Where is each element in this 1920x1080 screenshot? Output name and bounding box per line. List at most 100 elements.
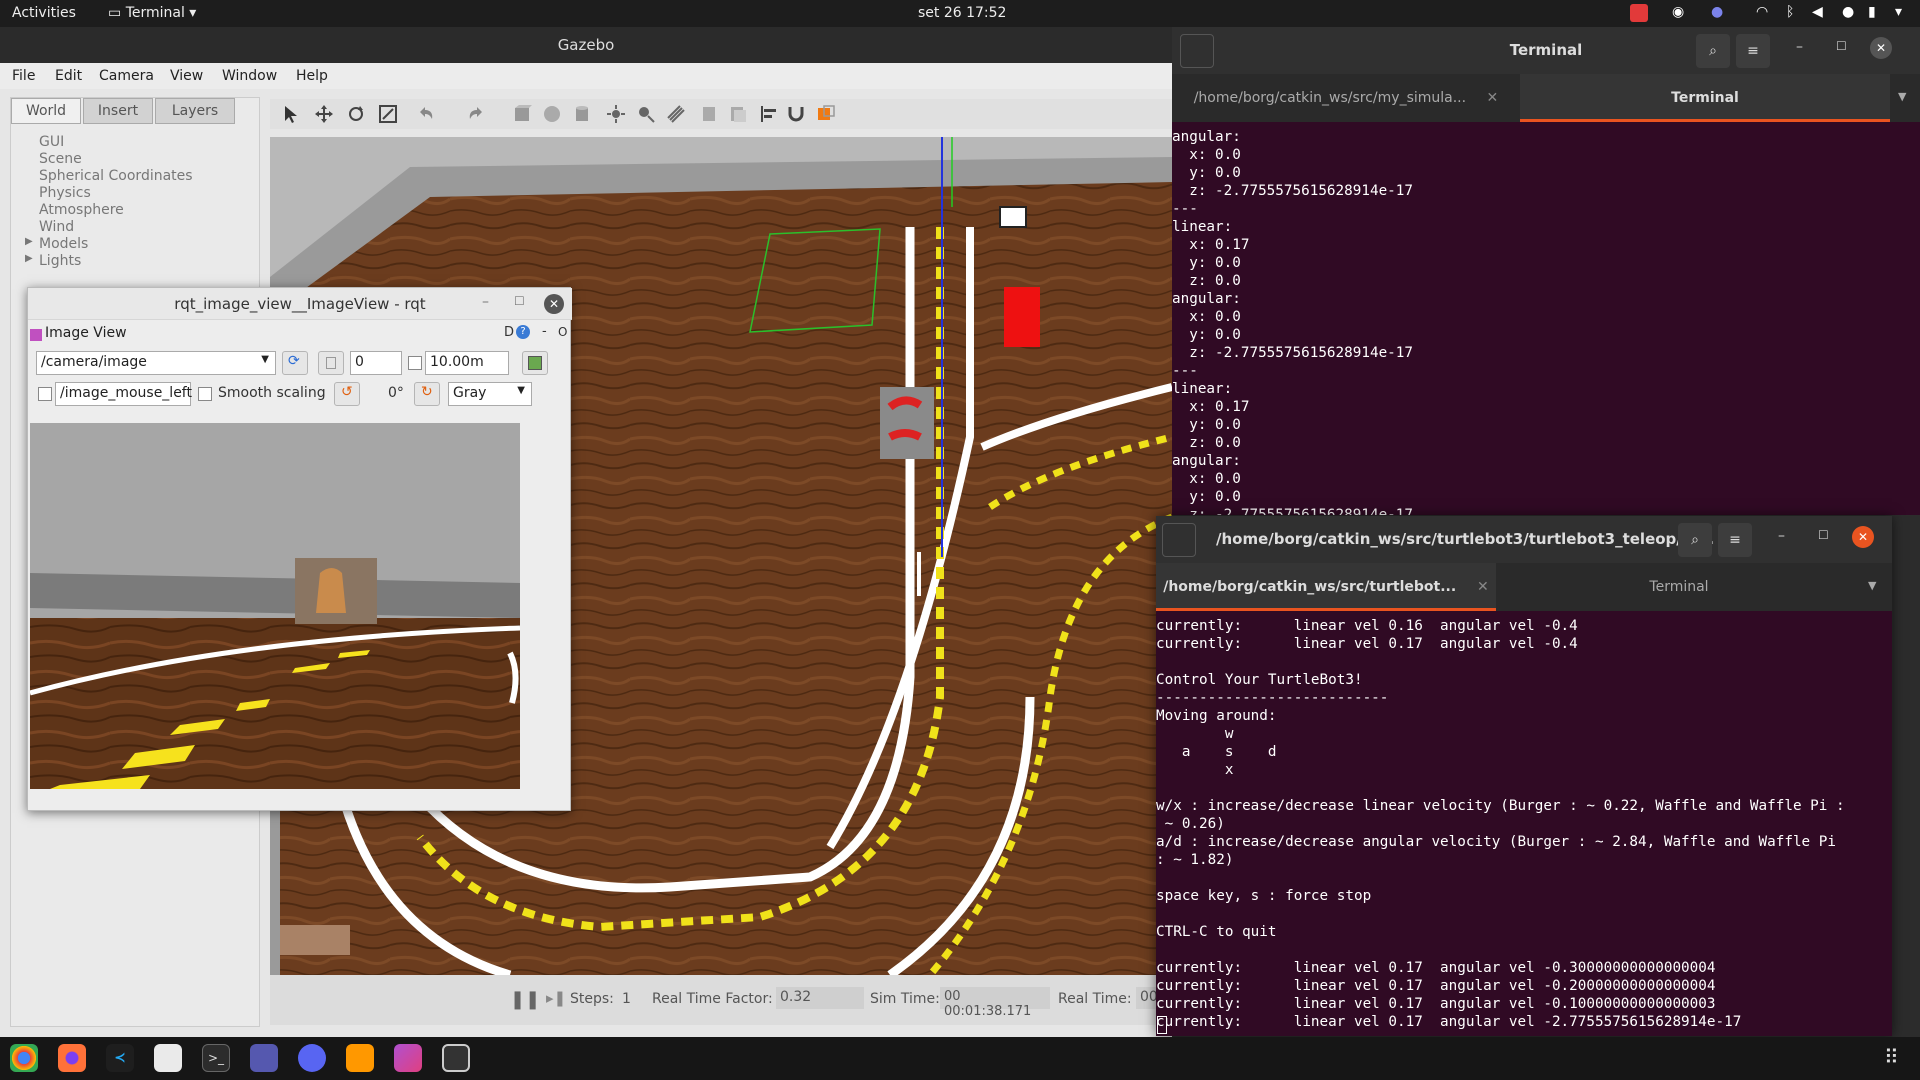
search-icon[interactable]: ⌕ [1696,34,1730,68]
tab-overflow-icon[interactable]: ▼ [1868,579,1876,592]
save-image-button[interactable] [522,351,548,375]
tab-world[interactable]: World [11,98,81,124]
colormap-select[interactable]: Gray ▼ [448,382,532,406]
camera-image[interactable] [30,423,520,789]
microphone-icon[interactable]: ● [1842,4,1860,22]
smooth-scaling-checkbox[interactable] [198,387,212,401]
minimize-button[interactable]: – [1778,528,1785,544]
menu-file[interactable]: File [12,68,35,84]
system-menu-icon[interactable]: ▾ [1895,4,1913,22]
menu-help[interactable]: Help [296,68,328,84]
hamburger-menu-icon[interactable]: ≡ [1718,523,1752,557]
activities-button[interactable]: Activities [12,5,76,21]
tree-physics[interactable]: Physics [39,185,91,201]
menu-view[interactable]: View [170,68,203,84]
rotate-right-button[interactable]: ↻ [414,382,440,406]
tree-atmosphere[interactable]: Atmosphere [39,202,124,218]
expand-arrow-icon[interactable]: ▶ [25,253,33,264]
panel-detach-button[interactable]: D [504,325,514,340]
anydesk-icon[interactable] [1630,4,1648,22]
teams-icon[interactable] [250,1044,278,1072]
spin-box[interactable]: 0 [350,351,402,375]
terminal1-output[interactable]: angular: x: 0.0 y: 0.0 z: -2.77555756156… [1172,122,1920,515]
firefox-icon[interactable] [58,1044,86,1072]
new-tab-icon[interactable] [1162,523,1196,557]
menu-edit[interactable]: Edit [55,68,82,84]
minimize-button[interactable]: – [482,294,489,310]
battery-icon[interactable]: ▮ [1868,4,1886,22]
hamburger-menu-icon[interactable]: ≡ [1736,34,1770,68]
zoom-button[interactable] [318,351,344,375]
terminal1-tab-1[interactable]: /home/borg/catkin_ws/src/my_simula... ✕ [1172,74,1520,122]
mouse-topic-input[interactable]: /image_mouse_left [55,382,192,406]
scale-icon[interactable] [378,104,398,124]
tree-spherical-coordinates[interactable]: Spherical Coordinates [39,168,193,184]
topic-select[interactable]: /camera/image ▼ [36,351,276,375]
discord-icon[interactable] [298,1044,326,1072]
panel-minimize-button[interactable]: - [542,324,547,339]
terminal1-tab-2[interactable]: Terminal [1520,74,1890,122]
terminal2-tab-2[interactable]: Terminal [1496,563,1862,611]
clock[interactable]: set 26 17:52 [918,5,1006,21]
tree-lights[interactable]: ▶ Lights [25,253,81,269]
tab-overflow-icon[interactable]: ▼ [1898,90,1906,103]
rotate-left-button[interactable]: ↺ [334,382,360,406]
app-grid-icon[interactable]: ⠿ [1884,1045,1899,1069]
sublime-icon[interactable] [346,1044,374,1072]
teams-tray-icon[interactable]: ● [1711,4,1729,22]
cylinder-shape-icon[interactable] [572,104,592,124]
copy-icon[interactable] [700,104,720,124]
dynamic-range-checkbox[interactable] [408,356,422,370]
app-menu[interactable]: ▭ Terminal ▾ [108,5,196,21]
usb-icon[interactable] [442,1044,470,1072]
maximize-button[interactable]: ☐ [1818,528,1829,542]
close-icon[interactable]: ✕ [1487,90,1499,106]
rotate-icon[interactable] [346,104,366,124]
align-icon[interactable] [760,104,780,124]
max-range-input[interactable]: 10.00m [425,351,509,375]
close-icon[interactable]: ✕ [1477,579,1489,595]
close-button[interactable]: ✕ [1852,526,1874,548]
point-light-icon[interactable] [606,104,626,124]
redo-icon[interactable] [466,104,486,124]
wifi-icon[interactable]: ◠ [1756,4,1774,22]
discord-tray-icon[interactable]: ◉ [1672,4,1690,22]
bluetooth-icon[interactable]: ᛒ [1786,4,1804,22]
terminal2-output[interactable]: currently: linear vel 0.16 angular vel -… [1156,611,1892,1036]
files-icon[interactable] [154,1044,182,1072]
snap-magnet-icon[interactable] [786,104,806,124]
tree-models[interactable]: ▶ Models [25,236,88,252]
tab-insert[interactable]: Insert [83,98,153,124]
minimize-button[interactable]: – [1796,39,1803,55]
box-shape-icon[interactable] [512,104,532,124]
step-icon[interactable]: ▸❚ [546,989,566,1007]
pause-icon[interactable]: ❚❚ [510,989,540,1010]
help-icon[interactable]: ? [516,325,530,339]
select-arrow-icon[interactable] [282,104,302,124]
refresh-topics-button[interactable]: ⟳ [282,351,308,375]
publish-click-checkbox[interactable] [38,387,52,401]
menu-camera[interactable]: Camera [99,68,154,84]
vscode-icon[interactable]: ≺ [106,1044,134,1072]
terminal-icon[interactable]: >_ [202,1044,230,1072]
volume-icon[interactable]: ◀ [1812,4,1830,22]
search-icon[interactable]: ⌕ [1678,523,1712,557]
terminal2-tab-1[interactable]: /home/borg/catkin_ws/src/turtlebot... ✕ [1156,563,1496,611]
camera-image-render[interactable] [30,423,520,789]
maximize-button[interactable]: ☐ [514,294,525,308]
close-button[interactable]: ✕ [544,294,564,314]
directional-light-icon[interactable] [666,104,686,124]
chrome-icon[interactable] [10,1044,38,1072]
panel-close-button[interactable]: O [558,325,567,339]
undo-icon[interactable] [416,104,436,124]
image-viewer-icon[interactable] [394,1044,422,1072]
steps-value[interactable]: 1 [622,991,631,1007]
translate-icon[interactable] [314,104,334,124]
spot-light-icon[interactable] [636,104,656,124]
tab-layers[interactable]: Layers [155,98,235,124]
tree-wind[interactable]: Wind [39,219,74,235]
maximize-button[interactable]: ☐ [1836,39,1847,53]
sphere-shape-icon[interactable] [542,104,562,124]
paste-icon[interactable] [728,104,748,124]
expand-arrow-icon[interactable]: ▶ [25,236,33,247]
